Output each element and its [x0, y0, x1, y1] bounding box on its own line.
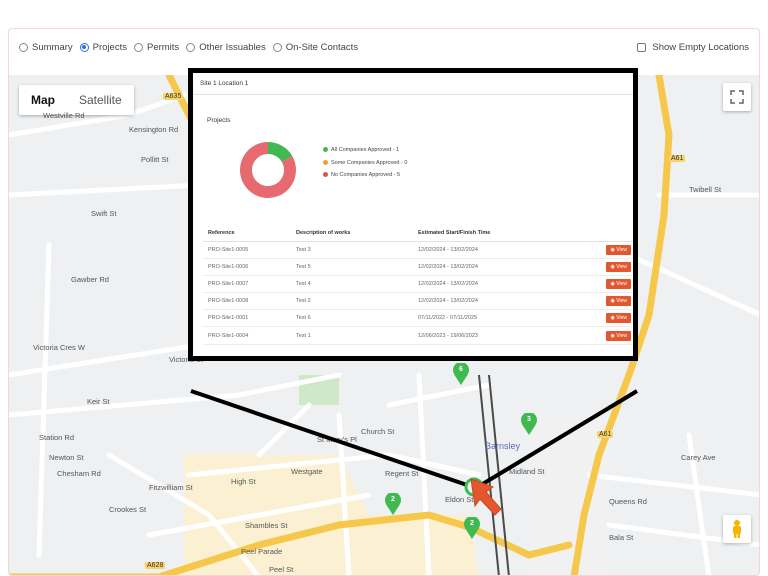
view-button[interactable]: ◉ View [606, 244, 631, 255]
filter-bar: Summary Projects Permits Other Issuables… [9, 29, 759, 65]
view-button[interactable]: ◉ View [606, 296, 631, 307]
view-button[interactable]: ◉ View [606, 261, 631, 272]
view-button[interactable]: ◉ View [606, 278, 631, 289]
radio-permits[interactable]: Permits [133, 42, 179, 53]
view-button[interactable]: ◉ View [606, 313, 631, 324]
table-header-row: Reference Description of works Estimated… [203, 226, 633, 242]
radio-projects[interactable]: Projects [79, 42, 127, 53]
projects-donut-chart [240, 142, 296, 198]
radio-summary[interactable]: Summary [19, 42, 73, 53]
projects-table: Reference Description of works Estimated… [203, 226, 633, 345]
legend-dot-icon [323, 159, 328, 165]
radio-other-issuables[interactable]: Other Issuables [186, 42, 266, 53]
donut-slice-approved [267, 142, 293, 163]
table-row: PRO-Site1-0001 Test 6 07/11/2022 - 07/11… [203, 309, 633, 328]
table-row: PRO-Site1-0007 Test 4 12/02/2024 - 13/02… [203, 275, 633, 294]
radio-icon [133, 42, 143, 52]
legend-dot-icon [323, 172, 328, 178]
radio-icon [186, 42, 196, 52]
radio-icon [272, 42, 282, 52]
cursor-arrow-icon [470, 478, 502, 516]
legend-dot-icon [323, 147, 328, 153]
table-row: PRO-Site1-0006 Test 5 12/02/2024 - 13/02… [203, 258, 633, 276]
radio-onsite-contacts[interactable]: On-Site Contacts [272, 42, 358, 53]
location-popup: Site 1 Location 1 Projects All Companies… [188, 68, 638, 361]
donut-legend: All Companies Approved - 1 Some Companie… [323, 144, 407, 182]
radio-icon [19, 42, 28, 52]
table-row: PRO-Site1-0008 Test 2 12/02/2024 - 13/02… [203, 292, 633, 311]
view-button[interactable]: ◉ View [606, 330, 631, 341]
radio-selected-icon [79, 42, 89, 52]
show-empty-locations-checkbox[interactable]: Show Empty Locations [637, 42, 749, 53]
legend-item: Some Companies Approved - 0 [323, 157, 407, 170]
checkbox-icon [637, 42, 647, 52]
legend-item: All Companies Approved - 1 [323, 144, 407, 157]
table-row: PRO-Site1-0005 Test 3 12/02/2024 - 13/02… [203, 241, 633, 259]
popup-title: Site 1 Location 1 [193, 73, 633, 95]
legend-item: No Companies Approved - 5 [323, 169, 407, 182]
table-row: PRO-Site1-0004 Test 1 12/06/2023 - 19/06… [203, 326, 633, 345]
popup-section-title: Projects [207, 117, 231, 124]
